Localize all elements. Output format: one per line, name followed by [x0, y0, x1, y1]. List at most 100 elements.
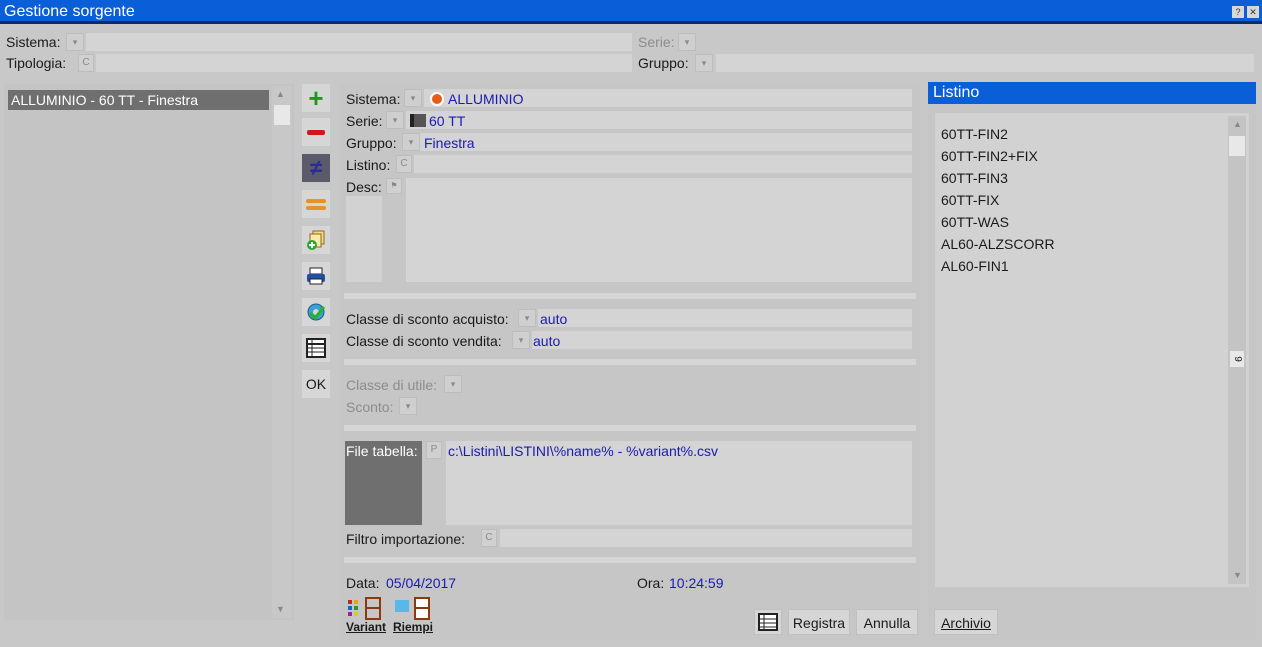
variant-button[interactable]: Variant — [344, 596, 387, 636]
listino-scrollbar[interactable] — [1228, 116, 1246, 584]
listino-list[interactable]: 60TT-FIN2 60TT-FIN2+FIX 60TT-FIN3 60TT-F… — [935, 113, 1249, 587]
filter-tipologia-label: Tipologia: — [6, 55, 67, 71]
variant-icon — [348, 597, 381, 620]
filtro-c-button[interactable]: C — [481, 529, 497, 547]
list-item[interactable]: 60TT-FIN3 — [941, 167, 1055, 189]
listino-c-button[interactable]: C — [396, 155, 412, 173]
desc-label-area — [346, 196, 382, 282]
filter-gruppo-label: Gruppo: — [638, 55, 689, 71]
file-tabella-value: c:\Listini\LISTINI\%name% - %variant%.cs… — [448, 443, 718, 459]
gruppo-field[interactable] — [420, 133, 912, 151]
filter-serie-dropdown-icon[interactable]: ▾ — [678, 33, 696, 51]
settings-button[interactable] — [302, 298, 330, 326]
filter-tipologia-field[interactable] — [96, 54, 632, 72]
equal-button[interactable] — [302, 190, 330, 218]
scroll-up-icon[interactable]: ▲ — [1233, 119, 1242, 129]
remove-button[interactable] — [302, 118, 330, 146]
list-item[interactable]: 60TT-WAS — [941, 211, 1055, 233]
flag-icon[interactable]: ⚑ — [386, 178, 402, 194]
list-scroll-thumb[interactable] — [274, 105, 290, 125]
ora-label: Ora: — [637, 575, 665, 591]
classe-utile-label: Classe di utile: — [346, 377, 438, 393]
source-list-panel — [4, 84, 294, 620]
help-icon[interactable]: ? — [1232, 6, 1244, 18]
list-item[interactable]: ALLUMINIO - 60 TT - Finestra — [8, 90, 269, 110]
gruppo-label: Gruppo: — [346, 135, 397, 151]
annulla-button[interactable]: Annulla — [856, 609, 918, 635]
duplicate-button[interactable] — [302, 226, 330, 254]
sistema-dropdown-icon[interactable]: ▾ — [404, 89, 422, 107]
classe-acquisto-value: auto — [540, 311, 568, 327]
print-button[interactable] — [302, 262, 330, 290]
registra-button[interactable]: Registra — [788, 609, 850, 635]
filter-sistema-label: Sistema: — [6, 34, 61, 50]
serie-dropdown-icon[interactable]: ▾ — [386, 111, 404, 129]
filter-gruppo-field[interactable] — [716, 54, 1254, 72]
table-icon — [758, 613, 778, 631]
list-item[interactable]: AL60-FIN1 — [941, 255, 1055, 277]
list-item[interactable]: 60TT-FIN2+FIX — [941, 145, 1055, 167]
serie-value: 60 TT — [429, 113, 466, 129]
desc-label: Desc: — [346, 179, 382, 195]
printer-icon — [307, 267, 325, 285]
table-view-button[interactable] — [754, 609, 782, 635]
copy-add-icon — [307, 230, 325, 250]
filtro-importazione-label: Filtro importazione: — [346, 531, 466, 547]
filter-gruppo-dropdown-icon[interactable]: ▾ — [695, 54, 713, 72]
add-button[interactable]: + — [302, 82, 330, 113]
classe-vendita-label: Classe di sconto vendita: — [346, 333, 502, 349]
table-icon — [306, 338, 326, 358]
riempi-button[interactable]: Riempi — [391, 596, 434, 636]
sconto-label: Sconto: — [346, 399, 394, 415]
ok-button[interactable]: OK — [302, 370, 330, 398]
section-divider — [344, 425, 916, 431]
equal-icon — [306, 198, 326, 210]
close-icon[interactable]: ✕ — [1247, 6, 1259, 18]
listino-scroll-thumb[interactable] — [1229, 136, 1245, 156]
classe-vendita-dropdown-icon[interactable]: ▾ — [512, 331, 530, 349]
filter-sistema-dropdown-icon[interactable]: ▾ — [66, 33, 84, 51]
gruppo-dropdown-icon[interactable]: ▾ — [402, 133, 420, 151]
filter-serie-label: Serie: — [638, 34, 675, 50]
fill-icon — [395, 597, 430, 620]
not-equal-icon: ≠ — [309, 155, 323, 180]
gruppo-value: Finestra — [424, 135, 475, 151]
scroll-down-icon[interactable]: ▼ — [1233, 570, 1242, 580]
sconto-dropdown-icon[interactable]: ▾ — [399, 397, 417, 415]
list-item[interactable]: AL60-ALZSCORR — [941, 233, 1055, 255]
list-scrollbar[interactable] — [272, 86, 292, 618]
minus-icon — [307, 129, 325, 135]
classe-acquisto-dropdown-icon[interactable]: ▾ — [518, 309, 536, 327]
riempi-label: Riempi — [393, 620, 434, 634]
classe-acquisto-label: Classe di sconto acquisto: — [346, 311, 509, 327]
section-divider — [344, 557, 916, 563]
variant-label: Variant — [346, 620, 387, 634]
not-equal-button[interactable]: ≠ — [302, 154, 330, 182]
sistema-label: Sistema: — [346, 91, 401, 107]
classe-acquisto-field[interactable] — [538, 309, 912, 327]
profile-icon — [410, 114, 426, 127]
listino-field[interactable] — [414, 155, 912, 173]
filter-tipologia-c-button[interactable]: C — [78, 54, 94, 72]
desc-textarea[interactable] — [406, 178, 912, 282]
classe-vendita-field[interactable] — [532, 331, 912, 349]
classe-utile-dropdown-icon[interactable]: ▾ — [444, 375, 462, 393]
filtro-field[interactable] — [500, 529, 912, 547]
list-item[interactable]: 60TT-FIN2 — [941, 123, 1055, 145]
plus-icon: + — [308, 82, 324, 113]
scroll-down-icon[interactable]: ▼ — [276, 604, 285, 614]
aluminium-icon — [430, 92, 444, 106]
window-title-bar: Gestione sorgente — [0, 0, 1262, 24]
data-label: Data: — [346, 575, 380, 591]
archivio-button[interactable]: Archivio — [934, 609, 998, 635]
list-item[interactable]: 60TT-FIX — [941, 189, 1055, 211]
listino-header: Listino — [928, 82, 1256, 104]
file-tabella-p-button[interactable]: P — [426, 441, 442, 459]
filter-sistema-field[interactable] — [86, 33, 632, 51]
serie-label: Serie: — [346, 113, 383, 129]
table-button[interactable] — [302, 334, 330, 362]
classe-vendita-value: auto — [533, 333, 561, 349]
serie-field[interactable] — [406, 111, 912, 129]
scroll-up-icon[interactable]: ▲ — [276, 89, 285, 99]
section-divider — [344, 359, 916, 365]
